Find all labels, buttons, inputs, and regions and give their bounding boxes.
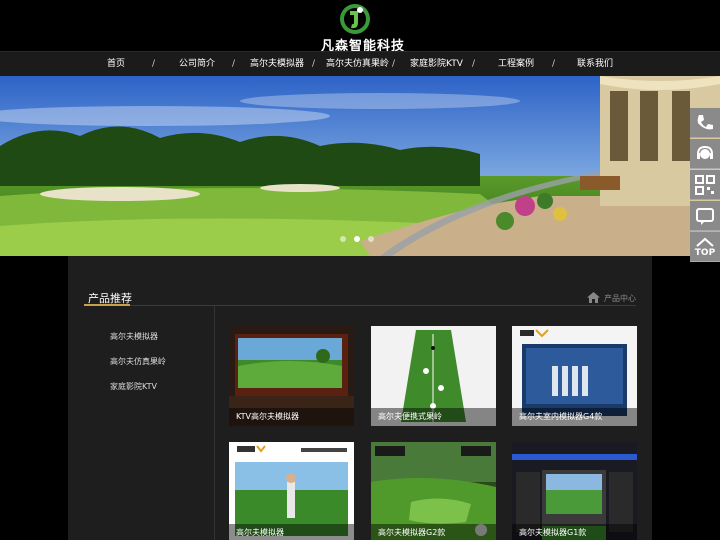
phone-button[interactable] — [690, 108, 720, 138]
product-card[interactable]: KTV高尔夫模拟器 — [229, 326, 354, 426]
home-icon[interactable] — [587, 292, 600, 303]
nav-item-golf-simulator[interactable]: 高尔夫模拟器 — [250, 52, 304, 77]
site-logo[interactable]: 凡森智能科技 — [318, 3, 408, 54]
section-divider — [84, 305, 636, 306]
nav-separator: / — [472, 59, 476, 69]
headset-icon — [697, 145, 713, 159]
sidebar-item-golf-simulator[interactable]: 高尔夫模拟器 — [110, 331, 158, 342]
sidebar-divider — [214, 306, 215, 540]
nav-item-projects[interactable]: 工程案例 — [498, 52, 534, 77]
product-section: 产品推荐 产品中心 高尔夫模拟器 高尔夫仿真果岭 家庭影院KTV KTV高尔夫模… — [68, 256, 652, 540]
nav-separator: / — [232, 59, 236, 69]
breadcrumb-product-center[interactable]: 产品中心 — [604, 293, 636, 304]
message-button[interactable] — [690, 201, 720, 231]
nav-item-contact[interactable]: 联系我们 — [577, 52, 613, 77]
sidebar-item-golf-green[interactable]: 高尔夫仿真果岭 — [110, 356, 166, 367]
product-caption: KTV高尔夫模拟器 — [229, 408, 354, 426]
nav-item-home-theater[interactable]: 家庭影院KTV — [410, 52, 463, 77]
product-caption: 高尔夫室内模拟器G4款 — [512, 408, 637, 426]
product-caption: 高尔夫模拟器G1款 — [512, 524, 637, 540]
qr-code-icon — [695, 175, 715, 195]
hero-banner[interactable] — [0, 76, 720, 256]
product-caption: 高尔夫便携式果岭 — [371, 408, 496, 426]
product-card[interactable]: 高尔夫模拟器G2款 — [371, 442, 496, 540]
nav-separator: / — [552, 59, 556, 69]
product-card[interactable]: 高尔夫模拟器 — [229, 442, 354, 540]
nav-separator: / — [152, 59, 156, 69]
section-title-accent — [84, 304, 130, 306]
banner-dot-active[interactable] — [354, 236, 360, 242]
top-label: TOP — [694, 248, 716, 258]
sidebar-item-home-theater[interactable]: 家庭影院KTV — [110, 381, 157, 392]
message-icon — [696, 208, 714, 225]
main-nav: 首页 / 公司简介 / 高尔夫模拟器 / 高尔夫仿真果岭 / 家庭影院KTV /… — [0, 51, 720, 76]
logo-icon — [340, 4, 370, 34]
banner-dot[interactable] — [368, 236, 374, 242]
banner-dot[interactable] — [340, 236, 346, 242]
customer-service-button[interactable] — [690, 139, 720, 169]
nav-item-golf-green[interactable]: 高尔夫仿真果岭 — [326, 52, 389, 77]
site-header: 凡森智能科技 — [0, 0, 720, 54]
product-caption: 高尔夫模拟器G2款 — [371, 524, 496, 540]
back-to-top-button[interactable]: TOP — [690, 232, 720, 262]
product-card[interactable]: 高尔夫便携式果岭 — [371, 326, 496, 426]
chevron-up-icon — [696, 237, 714, 247]
nav-item-about[interactable]: 公司简介 — [179, 52, 215, 77]
product-card[interactable]: 高尔夫室内模拟器G4款 — [512, 326, 637, 426]
nav-item-home[interactable]: 首页 — [107, 52, 125, 77]
nav-separator: / — [312, 59, 316, 69]
qr-code-button[interactable] — [690, 170, 720, 200]
product-card[interactable]: 高尔夫模拟器G1款 — [512, 442, 637, 540]
float-toolbar: TOP — [690, 108, 720, 262]
product-caption: 高尔夫模拟器 — [229, 524, 354, 540]
golf-course-banner-image — [0, 76, 720, 256]
nav-separator: / — [392, 59, 396, 69]
phone-icon — [697, 115, 713, 130]
